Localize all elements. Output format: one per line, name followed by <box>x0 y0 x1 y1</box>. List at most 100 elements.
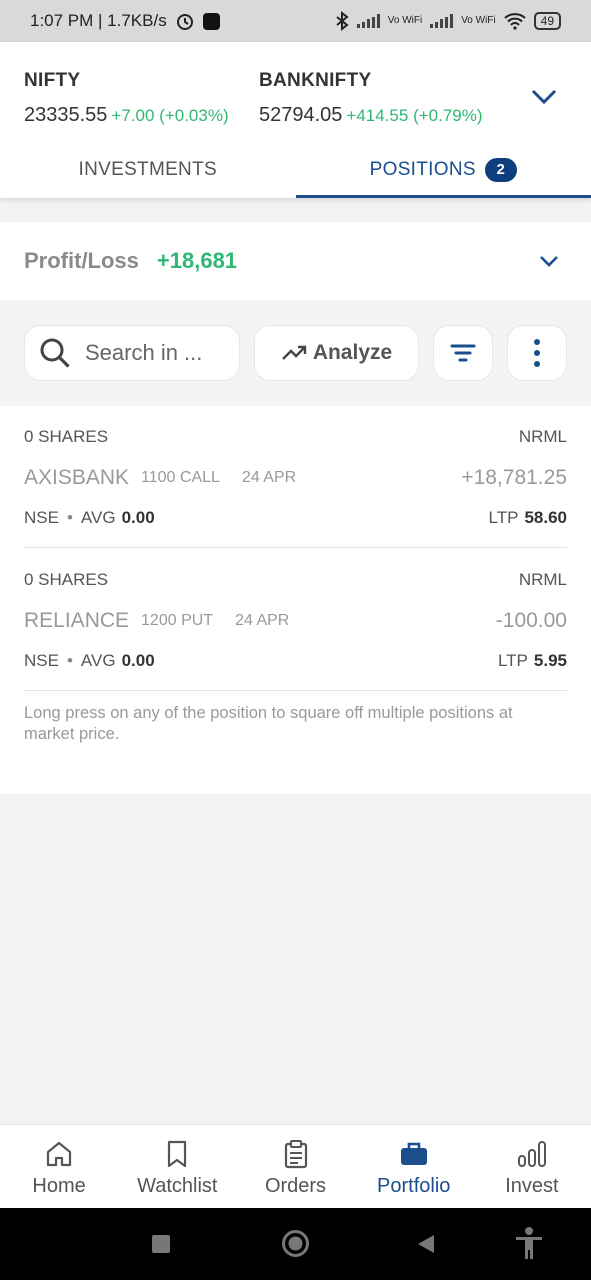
chevron-down-icon[interactable] <box>531 86 557 106</box>
shares-count: 0 SHARES <box>24 570 109 589</box>
status-bar: 1:07 PM | 1.7KB/s Vo WiFi Vo WiFi 49 <box>0 0 591 42</box>
signal-icon-2 <box>430 14 454 28</box>
nav-label: Portfolio <box>377 1175 451 1197</box>
nav-label: Home <box>32 1175 86 1197</box>
position-pnl: -100.00 <box>495 609 567 632</box>
index-nifty[interactable]: NIFTY 23335.55 +7.00 (+0.03%) <box>24 70 229 127</box>
back-icon[interactable] <box>416 1233 436 1255</box>
exchange: NSE <box>24 651 59 670</box>
position-bottom-row: NSE • AVG 0.00 LTP 5.95 <box>24 651 567 671</box>
clipboard-icon <box>284 1140 307 1169</box>
tab-bar: INVESTMENTS POSITIONS 2 <box>0 142 591 198</box>
signal-icon-1 <box>356 14 380 28</box>
ltp-value: 5.95 <box>533 651 567 670</box>
position-symbol-row: AXISBANK 1100 CALL 24 APR +18,781.25 <box>24 466 567 490</box>
strike: 1100 CALL <box>141 469 220 486</box>
ltp-label: LTP <box>497 651 528 670</box>
tab-label: INVESTMENTS <box>78 159 217 180</box>
avg-value: 0.00 <box>121 508 155 527</box>
index-value: 52794.05 <box>259 104 343 126</box>
position-pnl: +18,781.25 <box>461 466 567 489</box>
briefcase-icon <box>400 1142 427 1165</box>
index-banknifty[interactable]: BANKNIFTY 52794.05 +414.55 (+0.79%) <box>259 70 483 127</box>
index-change: +7.00 (+0.03%) <box>111 106 229 125</box>
position-top-row: 0 SHARES NRML <box>24 427 567 447</box>
more-options-button[interactable] <box>507 325 567 381</box>
analyze-button[interactable]: Analyze <box>254 325 419 381</box>
nav-label: Watchlist <box>137 1175 218 1197</box>
position-row[interactable]: 0 SHARES NRML AXISBANK 1100 CALL 24 APR … <box>24 406 567 548</box>
time-speed: 1:07 PM | 1.7KB/s <box>30 11 167 30</box>
toolbar: Search in ... Analyze <box>0 300 591 406</box>
nav-portfolio[interactable]: Portfolio <box>355 1125 473 1208</box>
symbol: RELIANCE <box>24 609 130 632</box>
index-value: 23335.55 <box>24 104 108 126</box>
square-off-hint: Long press on any of the position to squ… <box>24 704 513 743</box>
expiry: 24 APR <box>235 612 290 629</box>
separator-dot: • <box>66 651 73 670</box>
position-symbol-row: RELIANCE 1200 PUT 24 APR -100.00 <box>24 609 567 633</box>
home-icon <box>46 1141 72 1167</box>
profit-loss-label: Profit/Loss <box>24 248 139 273</box>
vowifi-label-2: Vo WiFi <box>461 15 496 26</box>
more-vertical-icon <box>534 339 540 367</box>
ltp-value: 58.60 <box>524 508 567 527</box>
nav-home[interactable]: Home <box>0 1125 118 1208</box>
search-icon <box>40 338 70 368</box>
positions-count-badge: 2 <box>484 158 517 182</box>
status-left: 1:07 PM | 1.7KB/s <box>30 11 220 31</box>
index-value-row: 23335.55 +7.00 (+0.03%) <box>24 104 229 127</box>
status-right: Vo WiFi Vo WiFi 49 <box>335 11 561 31</box>
tab-investments[interactable]: INVESTMENTS <box>0 142 296 198</box>
product-type: NRML <box>518 427 567 446</box>
analyze-label: Analyze <box>312 341 393 364</box>
index-name: NIFTY <box>24 70 81 91</box>
separator-dot: • <box>66 508 73 527</box>
tab-positions[interactable]: POSITIONS 2 <box>295 142 591 198</box>
battery-icon: 49 <box>533 12 561 30</box>
position-top-row: 0 SHARES NRML <box>24 570 567 590</box>
search-placeholder: Search in ... <box>85 340 203 365</box>
chevron-down-icon[interactable] <box>539 254 559 268</box>
avg-value: 0.00 <box>121 651 155 670</box>
vowifi-label-1: Vo WiFi <box>387 15 423 26</box>
alarm-icon <box>176 14 193 30</box>
profit-loss-bar[interactable]: Profit/Loss +18,681 <box>0 222 591 300</box>
ltp-label: LTP <box>488 508 519 527</box>
nav-label: Orders <box>264 1175 327 1197</box>
exchange: NSE <box>24 508 59 527</box>
accessibility-icon[interactable] <box>514 1226 544 1260</box>
index-value-row: 52794.05 +414.55 (+0.79%) <box>259 104 483 127</box>
bar-chart-icon <box>517 1141 546 1167</box>
trending-up-icon <box>281 345 307 360</box>
home-circle-icon[interactable] <box>281 1229 310 1258</box>
avg-label: AVG <box>80 651 116 670</box>
shares-count: 0 SHARES <box>24 427 109 446</box>
nav-invest[interactable]: Invest <box>473 1125 591 1208</box>
system-nav-bar <box>0 1208 591 1280</box>
profit-loss-value: +18,681 <box>156 248 238 273</box>
bottom-nav: Home Watchlist Orders Portfolio Invest <box>0 1124 591 1208</box>
bookmark-icon <box>168 1140 187 1168</box>
bluetooth-icon <box>336 11 349 31</box>
recents-icon[interactable] <box>151 1234 171 1254</box>
index-name: BANKNIFTY <box>259 70 372 91</box>
wifi-icon <box>503 13 526 30</box>
filter-icon <box>450 344 476 362</box>
nav-orders[interactable]: Orders <box>236 1125 354 1208</box>
index-change: +414.55 (+0.79%) <box>346 106 483 125</box>
header: NIFTY 23335.55 +7.00 (+0.03%) BANKNIFTY 5… <box>0 42 591 198</box>
strike: 1200 PUT <box>141 612 214 629</box>
position-row[interactable]: 0 SHARES NRML RELIANCE 1200 PUT 24 APR -… <box>24 549 567 691</box>
position-bottom-row: NSE • AVG 0.00 LTP 58.60 <box>24 508 567 528</box>
tab-label: POSITIONS <box>369 159 476 180</box>
product-type: NRML <box>518 570 567 589</box>
expiry: 24 APR <box>241 469 297 486</box>
avg-label: AVG <box>80 508 116 527</box>
nav-label: Invest <box>505 1175 559 1197</box>
nav-watchlist[interactable]: Watchlist <box>118 1125 236 1208</box>
filter-button[interactable] <box>433 325 493 381</box>
symbol: AXISBANK <box>24 466 130 489</box>
notification-icon <box>202 12 220 30</box>
search-input[interactable]: Search in ... <box>24 325 240 381</box>
